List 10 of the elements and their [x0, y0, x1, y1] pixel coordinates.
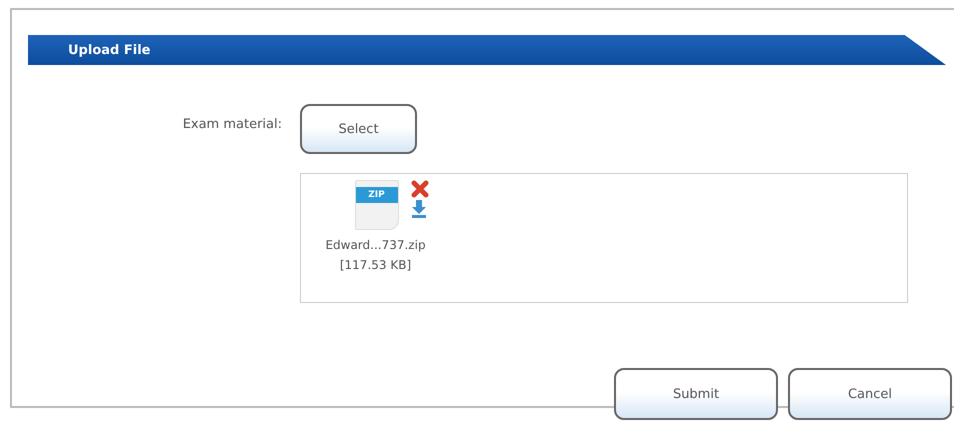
- file-size: [117.53 KB]: [340, 258, 412, 272]
- field-label: Exam material:: [182, 116, 282, 132]
- submit-button[interactable]: Submit: [614, 368, 778, 420]
- file-type-badge: ZIP: [356, 187, 398, 203]
- select-button[interactable]: Select: [300, 104, 417, 154]
- cancel-button[interactable]: Cancel: [788, 368, 952, 420]
- download-icon[interactable]: [410, 200, 426, 218]
- panel-title: Upload File: [68, 42, 150, 58]
- file-name: Edward...737.zip: [325, 238, 426, 252]
- delete-icon[interactable]: [410, 180, 428, 198]
